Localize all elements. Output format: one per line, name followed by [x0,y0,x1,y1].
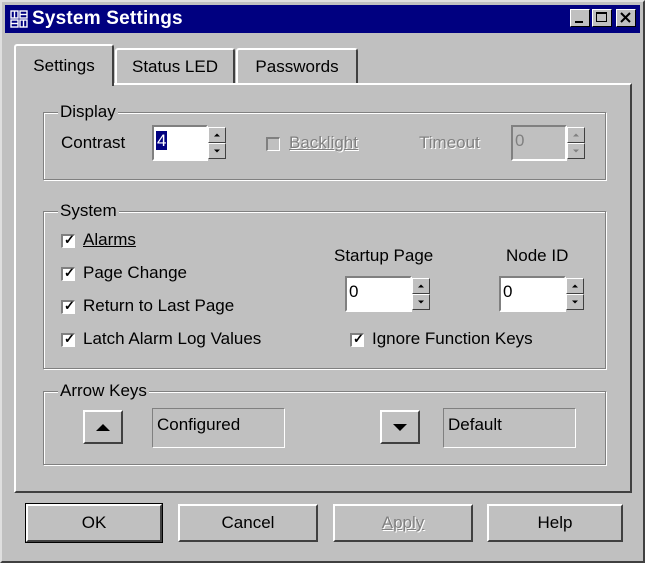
system-settings-window: System Settings Settings Status LED Pass… [0,0,645,563]
spin-down-icon [572,300,578,304]
tab-settings[interactable]: Settings [14,44,114,86]
contrast-label: Contrast [61,133,126,152]
page-change-checkbox[interactable]: ✓ [61,265,75,281]
spin-up-icon [572,284,578,288]
close-button[interactable] [616,9,636,27]
node-spin-down[interactable] [566,294,584,310]
node-spin-up[interactable] [566,278,584,294]
return-last-page-label: Return to Last Page [83,296,235,315]
title-bar[interactable]: System Settings [5,5,640,33]
system-group: System ✓ Alarms ✓ Page Change ✓ Return t… [43,201,606,369]
settings-tab-panel: Display Contrast 4 Backlight Timeout 0 S… [14,83,632,493]
spin-down-icon [573,149,579,153]
cancel-button[interactable]: Cancel [178,504,318,542]
ignore-function-keys-label: Ignore Function Keys [372,329,533,348]
latch-alarm-label: Latch Alarm Log Values [83,329,262,348]
arrow-down-config-display: Default [443,408,576,448]
contrast-spin-up[interactable] [208,127,226,143]
maximize-button[interactable] [592,9,612,27]
spin-up-icon [573,133,579,137]
node-id-input[interactable]: 0 [499,276,566,312]
help-button[interactable]: Help [487,504,623,542]
arrow-up-config-display: Configured [152,408,285,448]
display-group: Display Contrast 4 Backlight Timeout 0 [43,102,606,180]
arrow-up-icon [96,423,110,431]
minimize-button[interactable] [570,9,590,27]
check-icon: ✓ [353,331,364,346]
check-icon: ✓ [64,232,75,247]
display-legend: Display [58,102,118,122]
spin-down-icon [214,149,220,153]
spin-up-icon [418,284,424,288]
timeout-spinner[interactable] [567,127,585,159]
alarms-label: Alarms [83,230,136,249]
spin-down-icon [418,300,424,304]
page-change-label: Page Change [83,263,187,282]
contrast-spin-down[interactable] [208,143,226,159]
startup-spin-down[interactable] [412,294,430,310]
ignore-function-keys-checkbox[interactable]: ✓ [350,331,364,347]
timeout-label: Timeout [419,133,480,152]
timeout-spin-up[interactable] [567,127,585,143]
check-icon: ✓ [64,298,75,313]
spin-up-icon [214,133,220,137]
arrow-keys-group: Arrow Keys Configured Default [43,381,606,465]
startup-page-input[interactable]: 0 [345,276,412,312]
backlight-checkbox[interactable] [266,137,280,151]
contrast-input[interactable]: 4 [152,125,208,161]
close-icon [620,12,631,23]
window-title: System Settings [32,8,183,29]
startup-page-spinner[interactable] [412,278,430,310]
ok-button[interactable]: OK [25,503,163,543]
tab-passwords[interactable]: Passwords [236,48,358,84]
node-id-label: Node ID [506,246,569,265]
node-id-spinner[interactable] [566,278,584,310]
arrow-up-button[interactable] [83,410,123,444]
apply-button[interactable]: Apply [333,504,473,542]
app-icon [9,9,29,29]
alarms-checkbox[interactable]: ✓ [61,232,75,248]
system-legend: System [58,201,119,221]
backlight-label: Backlight [289,133,358,152]
startup-page-label: Startup Page [334,246,434,265]
minimize-icon [575,21,583,23]
timeout-spin-down[interactable] [567,143,585,159]
startup-spin-up[interactable] [412,278,430,294]
tab-status-led[interactable]: Status LED [115,48,235,84]
arrow-down-icon [393,423,407,431]
contrast-spinner[interactable] [208,127,226,159]
arrow-keys-legend: Arrow Keys [58,381,149,401]
timeout-input[interactable]: 0 [511,125,567,161]
arrow-down-button[interactable] [380,410,420,444]
check-icon: ✓ [64,265,75,280]
return-last-page-checkbox[interactable]: ✓ [61,298,75,314]
check-icon: ✓ [64,331,75,346]
maximize-icon [596,12,607,22]
latch-alarm-checkbox[interactable]: ✓ [61,331,75,347]
